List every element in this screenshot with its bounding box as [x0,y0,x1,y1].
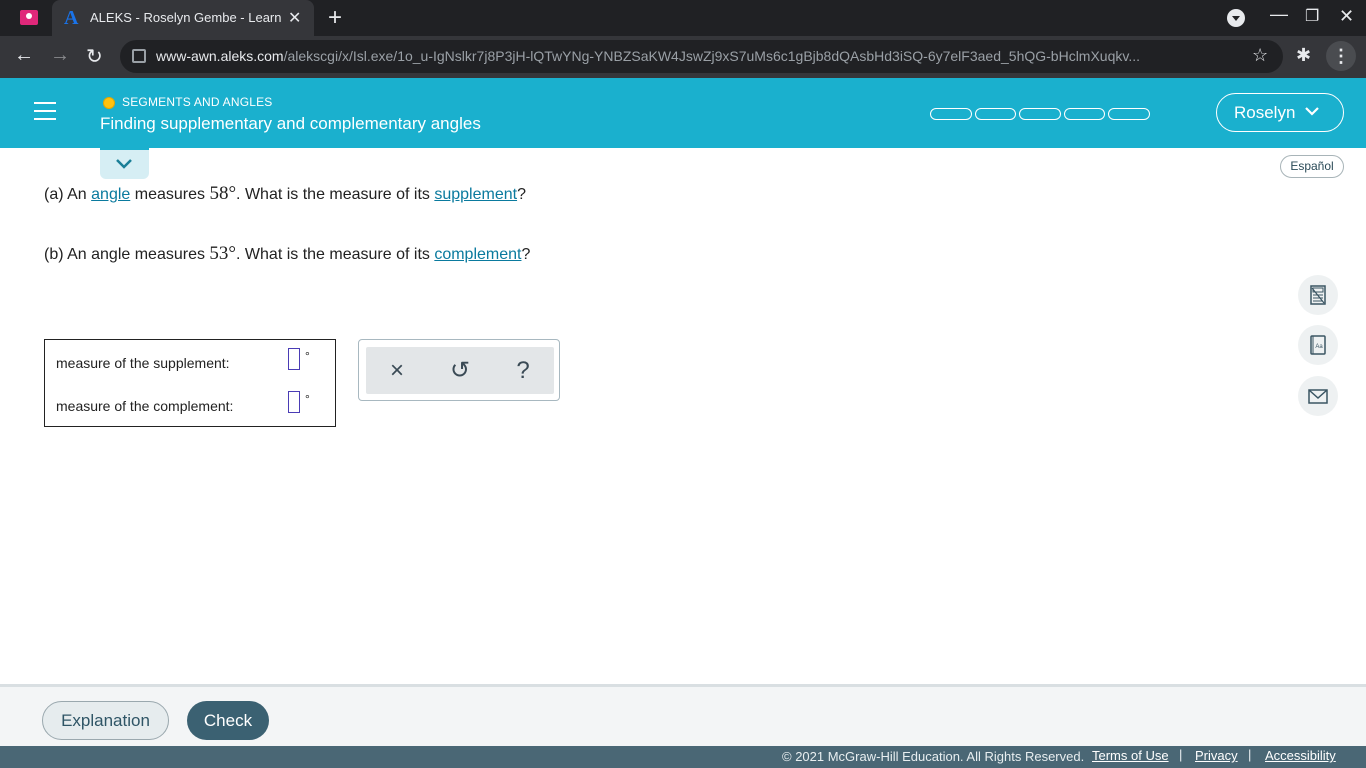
question-b-prefix: (b) An angle measures [44,246,210,263]
complement-input[interactable] [288,391,300,413]
url-path: /alekscgi/x/Isl.exe/1o_u-IgNslkr7j8P3jH-… [283,48,1140,64]
topic-status-dot [103,97,115,109]
accessibility-link[interactable]: Accessibility [1265,748,1336,763]
bottom-action-bar: Explanation Check [0,684,1366,746]
extensions-puzzle-icon[interactable]: ✱ [1296,45,1311,66]
close-tab-icon[interactable]: ✕ [288,8,301,28]
question-a-mid2: . What is the measure of its [236,186,435,203]
copyright-text: © 2021 McGraw-Hill Education. All Rights… [782,749,1085,764]
answer-tools: × ↺ ? [358,339,560,401]
user-menu-button[interactable]: Roselyn [1216,93,1344,132]
footer-separator: | [1179,747,1183,762]
question-a-suffix: ? [517,186,526,203]
question-b-mid: . What is the measure of its [236,246,435,263]
profile-icon[interactable] [20,10,38,25]
tab-title: ALEKS - Roselyn Gembe - Learn [90,10,282,25]
supplement-label: measure of the supplement: [56,355,230,371]
angle-link[interactable]: angle [91,186,130,203]
undo-icon[interactable]: ↺ [445,356,475,386]
chevron-down-icon [1305,107,1319,116]
screen: A ALEKS - Roselyn Gembe - Learn ✕ + — ❐ … [0,0,1366,768]
reload-icon[interactable]: ↻ [86,44,103,69]
terms-link[interactable]: Terms of Use [1092,748,1169,763]
forward-arrow-icon[interactable]: → [50,44,70,67]
check-button[interactable]: Check [187,701,269,740]
question-b-value: 53° [209,243,237,264]
answer-box: measure of the supplement: ° measure of … [44,339,336,427]
url-text: www-awn.aleks.com/alekscgi/x/Isl.exe/1o_… [156,48,1231,64]
degree-symbol: ° [305,349,310,363]
clear-icon[interactable]: × [382,356,412,386]
degree-symbol: ° [305,392,310,406]
explanation-button[interactable]: Explanation [42,701,169,740]
complement-label: measure of the complement: [56,398,234,414]
new-tab-button[interactable]: + [328,4,342,32]
user-name: Roselyn [1234,103,1296,122]
footer: © 2021 McGraw-Hill Education. All Rights… [0,746,1366,768]
footer-separator: | [1248,747,1252,762]
espanol-button[interactable]: Español [1280,155,1344,178]
hamburger-menu-icon[interactable] [34,102,56,120]
question-a-prefix: (a) An [44,186,92,203]
message-button[interactable] [1298,376,1338,416]
progress-segment [1063,108,1106,120]
url-host: www-awn.aleks.com [156,48,284,64]
restore-icon[interactable]: ❐ [1305,6,1319,26]
aleks-header: SEGMENTS AND ANGLES Finding supplementar… [0,78,1366,148]
calculator-button[interactable] [1298,275,1338,315]
topic-title: Finding supplementary and complementary … [100,114,481,133]
collapse-header-button[interactable] [100,148,149,179]
browser-tab[interactable]: A ALEKS - Roselyn Gembe - Learn ✕ [52,0,314,36]
close-window-icon[interactable]: ✕ [1339,6,1354,27]
mail-icon [1308,389,1328,404]
answer-tools-bar: × ↺ ? [366,347,554,394]
chevron-down-icon [116,159,132,169]
tab-search-icon[interactable] [1227,9,1245,27]
svg-text:Aa: Aa [1315,344,1323,350]
calculator-icon [1310,285,1326,305]
privacy-link[interactable]: Privacy [1195,748,1238,763]
supplement-link[interactable]: supplement [434,186,517,203]
progress-segment [930,108,972,120]
help-icon[interactable]: ? [508,356,538,386]
question-a-value: 58° [209,183,237,204]
bookmark-star-icon[interactable]: ☆ [1252,45,1268,66]
dictionary-button[interactable]: Aa [1298,325,1338,365]
supplement-input[interactable] [288,348,300,370]
address-bar[interactable]: www-awn.aleks.com/alekscgi/x/Isl.exe/1o_… [120,40,1283,73]
progress-segment [1019,108,1061,120]
back-arrow-icon[interactable]: ← [14,44,34,67]
question-b: (b) An angle measures 53°. What is the m… [44,243,530,265]
dictionary-icon: Aa [1310,335,1326,355]
site-info-icon[interactable] [132,49,146,63]
complement-link[interactable]: complement [434,246,521,263]
browser-toolbar: ← → ↻ www-awn.aleks.com/alekscgi/x/Isl.e… [0,36,1366,78]
question-a: (a) An angle measures 58°. What is the m… [44,183,526,205]
browser-tab-strip: A ALEKS - Roselyn Gembe - Learn ✕ + — ❐ … [0,0,1366,36]
progress-segment [974,108,1017,120]
progress-bar [930,108,1150,120]
question-b-suffix: ? [521,246,531,263]
topic-label: SEGMENTS AND ANGLES [122,95,273,109]
progress-segment [1108,108,1150,120]
question-a-mid1: measures [130,186,210,203]
browser-menu-icon[interactable]: ⋮ [1326,41,1356,71]
aleks-favicon-icon: A [64,7,79,29]
minimize-icon[interactable]: — [1270,4,1288,25]
